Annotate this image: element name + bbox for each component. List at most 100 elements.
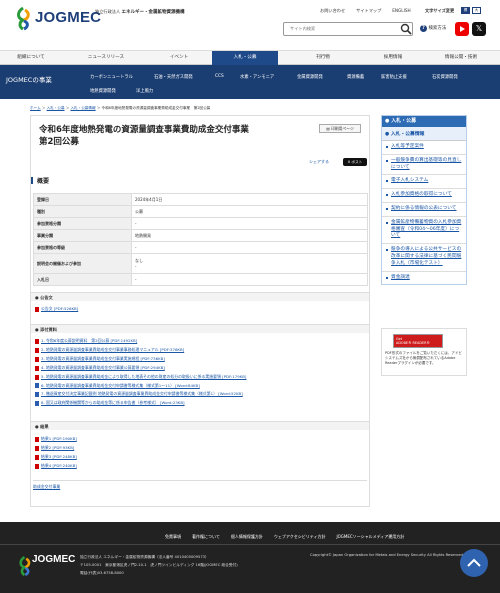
overview-heading: 概要 <box>31 176 49 185</box>
page-title: 令和6年度地熱発電の資源量調査事業費助成金交付事業 第2回公募 <box>39 124 289 148</box>
sidebar-item-contract-disclosure[interactable]: 契約に係る情報の公表について <box>382 203 466 217</box>
attachment-link[interactable]: 6. 地熱発電の資源量調査事業費助成金交付申請書等様式集（様式第1〜11） [W… <box>41 382 200 391</box>
nav-disclosure[interactable]: 情報公開・技術 <box>424 51 498 65</box>
pdf-icon <box>35 374 39 380</box>
page-title-line2: 第2回公募 <box>39 137 79 147</box>
word-icon <box>35 401 39 407</box>
result-link[interactable]: 結果1 [PDF:190KB] <box>41 435 77 444</box>
page-title-line1: 令和6年度地熱発電の資源量調査事業費助成金交付事業 <box>39 125 249 135</box>
footer-org: 独立行政法人 エネルギー・金属鉱物資源機構（法人番号 4010405009573… <box>80 555 209 559</box>
result-link[interactable]: 結果3 [PDF:248KB] <box>41 453 77 462</box>
nav-publications[interactable]: 刊行物 <box>284 51 362 65</box>
logo-text[interactable]: JOGMEC <box>35 9 101 26</box>
attachment-link[interactable]: 7. 撤退資産交付決定事業記載例 地熱発電の資源量調査事業費助成金交付申請書等様… <box>41 390 243 399</box>
overview-heading-text: 概要 <box>37 178 50 185</box>
font-size-standard-button[interactable]: 標 <box>461 7 470 14</box>
sitemap-link[interactable]: サイトマップ <box>356 8 381 14</box>
attachment-link[interactable]: 8. 国又は政府関係機関等からの助成金等に係る申告書（参考様式） [Word:2… <box>41 399 185 408</box>
notice-file-link[interactable]: 公告文 [PDF:526KB] <box>41 305 78 314</box>
nav-events[interactable]: イベント <box>150 51 208 65</box>
back-to-top-button[interactable] <box>460 549 488 577</box>
font-size-large-button[interactable]: 大 <box>472 7 481 14</box>
contact-link[interactable]: お問い合わせ <box>320 8 345 14</box>
subnav-stockpile[interactable]: 資源備蓄 <box>347 74 364 80</box>
sidebar-item-schedule[interactable]: 入札等予定案件 <box>382 141 466 155</box>
jogmec-logo-icon[interactable] <box>13 6 33 31</box>
x-post-button[interactable]: X ポスト <box>343 158 367 166</box>
table-row: 入札日 - <box>33 273 368 286</box>
attachments-heading-text: 添付資料 <box>40 327 57 332</box>
adobe-reader-text: PDF形式のファイルをご覧いただくには、アドビシステムズ社から無償配布されている… <box>385 351 462 365</box>
adobe-reader-badge[interactable]: Get ADOBE® READER® <box>393 334 443 348</box>
share-link[interactable]: シェアする <box>309 159 329 165</box>
pdf-icon <box>35 454 39 460</box>
subnav-offshore-wind[interactable]: 洋上風力 <box>136 88 153 94</box>
sidebar-item-e-bidding[interactable]: 電子入札システム <box>382 175 466 190</box>
sidebar-header[interactable]: ● 入札・公募 <box>382 116 466 127</box>
nav-recruit[interactable]: 採用情報 <box>362 51 424 65</box>
row-label: 説明会の開催および参加 <box>33 253 132 274</box>
english-link[interactable]: ENGLISH <box>392 8 410 14</box>
list-item: 1. 令和6年度公募説明資料 第2回公募 [PDF:1492KB] <box>35 337 246 346</box>
breadcrumb-tender-info[interactable]: 入札・公募情報 <box>70 106 95 110</box>
breadcrumb-tender[interactable]: 入札・公募 <box>47 106 65 110</box>
nav-news[interactable]: ニュースリリース <box>62 51 150 65</box>
org-small: 独立行政法人 <box>95 9 121 14</box>
result-link[interactable]: 結果4 [PDF:240KB] <box>41 462 77 471</box>
x-icon[interactable]: 𝕏 <box>472 22 486 36</box>
subnav-mine-pollution[interactable]: 鉱害防止支援 <box>381 74 407 80</box>
list-item: 6. 地熱発電の資源量調査事業費助成金交付申請書等様式集（様式第1〜11） [W… <box>35 382 246 391</box>
subnav-oil-gas[interactable]: 石油・天然ガス開発 <box>154 74 193 80</box>
table-row: 参加資格分類 - <box>33 217 368 230</box>
search-method-link[interactable]: ? 検索方法 <box>420 25 446 32</box>
subnav-title[interactable]: JOGMECの事業 <box>6 74 52 84</box>
subnav-ccs[interactable]: CCS <box>215 74 224 79</box>
main-content: 令和6年度地熱発電の資源量調査事業費助成金交付事業 第2回公募 ▤ 印刷用ページ … <box>30 115 370 507</box>
nav-about[interactable]: 組織について <box>0 51 62 65</box>
footer-logo-text[interactable]: JOGMEC <box>32 554 75 565</box>
attachment-link[interactable]: 2. 地熱発電の資源量調査事業費助成金交付事業事務処理マニュアル [PDF:37… <box>41 346 184 355</box>
result-link[interactable]: 結果2 [PDF:93KB] <box>41 444 74 453</box>
sidebar-item-market-test[interactable]: 競争の導入による公共サービスの改革に関する法律に基づく民間競争入札（市場化テスト… <box>382 244 466 272</box>
search-icon[interactable] <box>400 23 412 35</box>
list-item: 結果1 [PDF:190KB] <box>35 435 77 444</box>
subnav-coal[interactable]: 石炭資源開発 <box>432 74 458 80</box>
sidebar-item-metal-stockpile[interactable]: 金属鉱産物備蓄物資の入札参加資格審査（令和04〜06年度）について <box>382 217 466 245</box>
chevron-up-icon <box>467 558 481 567</box>
attachment-link[interactable]: 3. 地熱発電の資源量調査事業費助成金交付事業実施規程 [PDF:736KB] <box>41 355 165 364</box>
results-heading: ● 結果 <box>31 421 369 430</box>
footer-disclaimer-link[interactable]: 免責事項 <box>165 534 181 540</box>
row-label: 登録日 <box>33 193 132 206</box>
pdf-icon <box>35 436 39 442</box>
org-name: 独立行政法人 エネルギー・金属鉱物資源機構 <box>95 9 184 15</box>
search-input[interactable]: サイト内検索 <box>283 22 413 36</box>
subnav-hydrogen[interactable]: 水素・アンモニア <box>240 74 274 80</box>
footer-privacy-link[interactable]: 個人情報保護方針 <box>231 534 263 540</box>
breadcrumb: ホーム ＞ 入札・公募 ＞ 入札・公募情報 ＞ 令和6年度地熱発電の資源量調査事… <box>30 106 211 110</box>
print-page-button[interactable]: ▤ 印刷用ページ <box>319 124 361 133</box>
subnav-carbon-neutral[interactable]: カーボンニュートラル <box>90 74 133 80</box>
sidebar-item-cost-review[interactable]: 一般競争費の算出基礎等の見直しについて <box>382 155 466 176</box>
footer-social-media-link[interactable]: JOGMECソーシャルメディア運用方針 <box>336 534 404 540</box>
subnav-geothermal[interactable]: 地熱資源開発 <box>90 88 116 94</box>
subnav-metals[interactable]: 金属資源開発 <box>297 74 323 80</box>
footer-accessibility-link[interactable]: ウェブアクセシビリティ方針 <box>274 534 326 540</box>
sidebar: ● 入札・公募 ● 入札・公募情報 入札等予定案件 一般競争費の算出基礎等の見直… <box>381 115 467 286</box>
print-page-label: 印刷用ページ <box>331 126 354 131</box>
attachment-link[interactable]: 4. 地熱発電の資源量調査事業費助成金交付事業公募要領 [PDF:294KB] <box>41 364 165 373</box>
results-list: 結果1 [PDF:190KB] 結果2 [PDF:93KB] 結果3 [PDF:… <box>35 435 77 471</box>
sidebar-item-qualification[interactable]: 入札参加資格の取得について <box>382 189 466 203</box>
footer-copyright-link[interactable]: 著作権について <box>192 534 220 540</box>
attachment-link[interactable]: 5. 地熱発電の資源量調査事業費助成金により取得した地表その他の財産の処分の取扱… <box>41 373 246 382</box>
pdf-icon <box>35 356 39 362</box>
breadcrumb-home[interactable]: ホーム <box>30 106 41 110</box>
sidebar-sub-header[interactable]: ● 入札・公募情報 <box>382 127 466 141</box>
footer-logo-icon[interactable] <box>16 555 33 577</box>
word-icon <box>35 383 39 389</box>
subsidy-program-link[interactable]: 助成金交付事業 <box>33 483 60 492</box>
row-value: 地熱開発 <box>131 229 368 242</box>
attachment-link[interactable]: 1. 令和6年度公募説明資料 第2回公募 [PDF:1492KB] <box>41 337 137 346</box>
nav-tender[interactable]: 入札・公募 <box>212 51 278 65</box>
youtube-icon[interactable] <box>455 22 469 36</box>
sidebar-item-procurement[interactable]: 資金調達 <box>382 272 466 285</box>
